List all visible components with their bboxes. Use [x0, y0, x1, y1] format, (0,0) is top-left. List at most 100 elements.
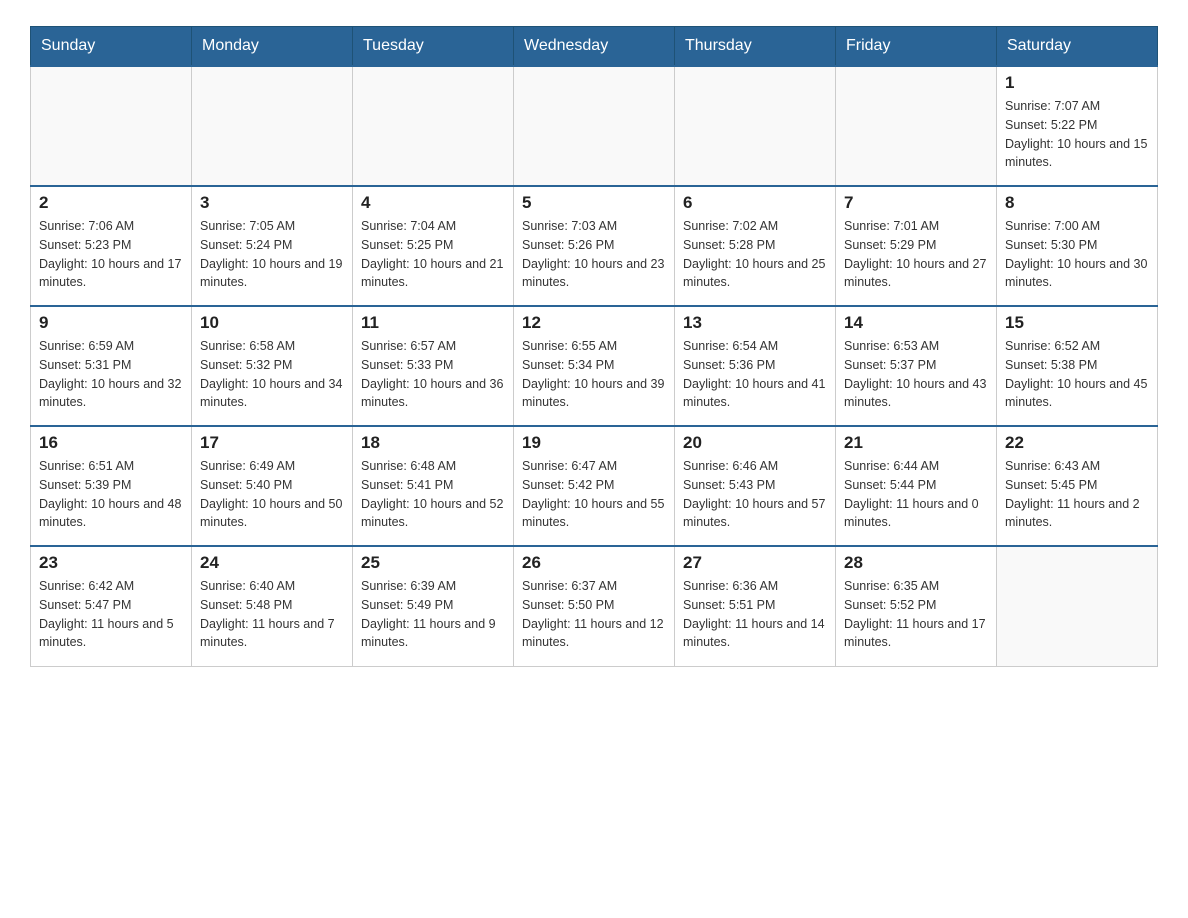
day-number: 24: [200, 553, 344, 573]
day-number: 23: [39, 553, 183, 573]
calendar-cell: 22 Sunrise: 6:43 AM Sunset: 5:45 PM Dayli…: [997, 426, 1158, 546]
day-number: 7: [844, 193, 988, 213]
weekday-header-monday: Monday: [192, 27, 353, 67]
calendar-week-row: 16 Sunrise: 6:51 AM Sunset: 5:39 PM Dayli…: [31, 426, 1158, 546]
calendar-cell: 6Sunrise: 7:02 AM Sunset: 5:28 PM Daylig…: [675, 186, 836, 306]
calendar-cell: 15 Sunrise: 6:52 AM Sunset: 5:38 PM Dayli…: [997, 306, 1158, 426]
day-info: Sunrise: 6:35 AM Sunset: 5:52 PM Dayligh…: [844, 577, 988, 652]
calendar-week-row: 2 Sunrise: 7:06 AM Sunset: 5:23 PM Daylig…: [31, 186, 1158, 306]
weekday-header-row: SundayMondayTuesdayWednesdayThursdayFrid…: [31, 27, 1158, 67]
day-number: 5: [522, 193, 666, 213]
day-info: Sunrise: 7:07 AM Sunset: 5:22 PM Dayligh…: [1005, 97, 1149, 172]
calendar-cell: 23 Sunrise: 6:42 AM Sunset: 5:47 PM Dayli…: [31, 546, 192, 666]
day-info: Sunrise: 6:46 AM Sunset: 5:43 PM Dayligh…: [683, 457, 827, 532]
day-number: 28: [844, 553, 988, 573]
calendar-cell: 9 Sunrise: 6:59 AM Sunset: 5:31 PM Daylig…: [31, 306, 192, 426]
day-info: Sunrise: 6:55 AM Sunset: 5:34 PM Dayligh…: [522, 337, 666, 412]
day-info: Sunrise: 7:04 AM Sunset: 5:25 PM Dayligh…: [361, 217, 505, 292]
calendar-cell: 17 Sunrise: 6:49 AM Sunset: 5:40 PM Dayli…: [192, 426, 353, 546]
calendar-cell: 18 Sunrise: 6:48 AM Sunset: 5:41 PM Dayli…: [353, 426, 514, 546]
day-info: Sunrise: 6:52 AM Sunset: 5:38 PM Dayligh…: [1005, 337, 1149, 412]
weekday-header-thursday: Thursday: [675, 27, 836, 67]
calendar-cell: [514, 66, 675, 186]
day-info: Sunrise: 6:59 AM Sunset: 5:31 PM Dayligh…: [39, 337, 183, 412]
day-number: 19: [522, 433, 666, 453]
weekday-header-sunday: Sunday: [31, 27, 192, 67]
day-info: Sunrise: 7:00 AM Sunset: 5:30 PM Dayligh…: [1005, 217, 1149, 292]
calendar-week-row: 23 Sunrise: 6:42 AM Sunset: 5:47 PM Dayli…: [31, 546, 1158, 666]
day-number: 26: [522, 553, 666, 573]
calendar-cell: 19 Sunrise: 6:47 AM Sunset: 5:42 PM Dayli…: [514, 426, 675, 546]
calendar-cell: 8 Sunrise: 7:00 AM Sunset: 5:30 PM Daylig…: [997, 186, 1158, 306]
calendar-cell: 20 Sunrise: 6:46 AM Sunset: 5:43 PM Dayli…: [675, 426, 836, 546]
logo-blue: Blue: [60, 0, 190, 6]
day-number: 2: [39, 193, 183, 213]
weekday-header-saturday: Saturday: [997, 27, 1158, 67]
day-info: Sunrise: 7:05 AM Sunset: 5:24 PM Dayligh…: [200, 217, 344, 292]
calendar-cell: 14 Sunrise: 6:53 AM Sunset: 5:37 PM Dayli…: [836, 306, 997, 426]
day-info: Sunrise: 6:58 AM Sunset: 5:32 PM Dayligh…: [200, 337, 344, 412]
calendar-cell: 25 Sunrise: 6:39 AM Sunset: 5:49 PM Dayli…: [353, 546, 514, 666]
calendar-cell: 2 Sunrise: 7:06 AM Sunset: 5:23 PM Daylig…: [31, 186, 192, 306]
day-info: Sunrise: 6:51 AM Sunset: 5:39 PM Dayligh…: [39, 457, 183, 532]
day-number: 3: [200, 193, 344, 213]
calendar-cell: 5 Sunrise: 7:03 AM Sunset: 5:26 PM Daylig…: [514, 186, 675, 306]
day-info: Sunrise: 7:03 AM Sunset: 5:26 PM Dayligh…: [522, 217, 666, 292]
weekday-header-wednesday: Wednesday: [514, 27, 675, 67]
day-info: Sunrise: 6:54 AM Sunset: 5:36 PM Dayligh…: [683, 337, 827, 412]
calendar-cell: [31, 66, 192, 186]
calendar-cell: [192, 66, 353, 186]
day-info: Sunrise: 6:49 AM Sunset: 5:40 PM Dayligh…: [200, 457, 344, 532]
day-info: Sunrise: 6:48 AM Sunset: 5:41 PM Dayligh…: [361, 457, 505, 532]
weekday-header-tuesday: Tuesday: [353, 27, 514, 67]
calendar-cell: 28 Sunrise: 6:35 AM Sunset: 5:52 PM Dayli…: [836, 546, 997, 666]
day-number: 27: [683, 553, 827, 573]
day-info: Sunrise: 7:01 AM Sunset: 5:29 PM Dayligh…: [844, 217, 988, 292]
calendar-cell: 13 Sunrise: 6:54 AM Sunset: 5:36 PM Dayli…: [675, 306, 836, 426]
day-number: 9: [39, 313, 183, 333]
calendar-cell: 24Sunrise: 6:40 AM Sunset: 5:48 PM Dayli…: [192, 546, 353, 666]
day-number: 10: [200, 313, 344, 333]
calendar-cell: 12 Sunrise: 6:55 AM Sunset: 5:34 PM Dayli…: [514, 306, 675, 426]
day-info: Sunrise: 6:44 AM Sunset: 5:44 PM Dayligh…: [844, 457, 988, 532]
day-number: 18: [361, 433, 505, 453]
day-number: 11: [361, 313, 505, 333]
day-number: 4: [361, 193, 505, 213]
day-number: 6: [683, 193, 827, 213]
calendar-week-row: 1Sunrise: 7:07 AM Sunset: 5:22 PM Daylig…: [31, 66, 1158, 186]
calendar-cell: 3 Sunrise: 7:05 AM Sunset: 5:24 PM Daylig…: [192, 186, 353, 306]
day-info: Sunrise: 6:39 AM Sunset: 5:49 PM Dayligh…: [361, 577, 505, 652]
day-info: Sunrise: 6:53 AM Sunset: 5:37 PM Dayligh…: [844, 337, 988, 412]
day-number: 14: [844, 313, 988, 333]
day-info: Sunrise: 6:57 AM Sunset: 5:33 PM Dayligh…: [361, 337, 505, 412]
calendar-cell: 7 Sunrise: 7:01 AM Sunset: 5:29 PM Daylig…: [836, 186, 997, 306]
day-number: 20: [683, 433, 827, 453]
calendar-cell: 16 Sunrise: 6:51 AM Sunset: 5:39 PM Dayli…: [31, 426, 192, 546]
calendar-week-row: 9 Sunrise: 6:59 AM Sunset: 5:31 PM Daylig…: [31, 306, 1158, 426]
day-number: 12: [522, 313, 666, 333]
day-number: 15: [1005, 313, 1149, 333]
day-info: Sunrise: 7:06 AM Sunset: 5:23 PM Dayligh…: [39, 217, 183, 292]
calendar-cell: 10 Sunrise: 6:58 AM Sunset: 5:32 PM Dayli…: [192, 306, 353, 426]
calendar-table: SundayMondayTuesdayWednesdayThursdayFrid…: [30, 26, 1158, 667]
day-number: 13: [683, 313, 827, 333]
day-number: 8: [1005, 193, 1149, 213]
day-info: Sunrise: 6:36 AM Sunset: 5:51 PM Dayligh…: [683, 577, 827, 652]
calendar-cell: 26 Sunrise: 6:37 AM Sunset: 5:50 PM Dayli…: [514, 546, 675, 666]
day-info: Sunrise: 6:37 AM Sunset: 5:50 PM Dayligh…: [522, 577, 666, 652]
calendar-cell: 4 Sunrise: 7:04 AM Sunset: 5:25 PM Daylig…: [353, 186, 514, 306]
day-number: 25: [361, 553, 505, 573]
calendar-cell: 11 Sunrise: 6:57 AM Sunset: 5:33 PM Dayli…: [353, 306, 514, 426]
calendar-cell: 21Sunrise: 6:44 AM Sunset: 5:44 PM Dayli…: [836, 426, 997, 546]
day-number: 22: [1005, 433, 1149, 453]
day-number: 17: [200, 433, 344, 453]
day-number: 16: [39, 433, 183, 453]
calendar-cell: [997, 546, 1158, 666]
day-info: Sunrise: 6:42 AM Sunset: 5:47 PM Dayligh…: [39, 577, 183, 652]
day-info: Sunrise: 6:43 AM Sunset: 5:45 PM Dayligh…: [1005, 457, 1149, 532]
calendar-cell: [675, 66, 836, 186]
calendar-cell: 1Sunrise: 7:07 AM Sunset: 5:22 PM Daylig…: [997, 66, 1158, 186]
day-info: Sunrise: 6:47 AM Sunset: 5:42 PM Dayligh…: [522, 457, 666, 532]
weekday-header-friday: Friday: [836, 27, 997, 67]
calendar-cell: [836, 66, 997, 186]
